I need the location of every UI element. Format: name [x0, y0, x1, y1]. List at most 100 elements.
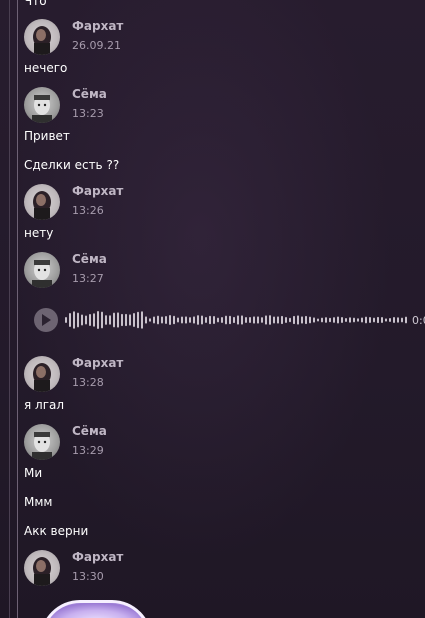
waveform-bar	[329, 317, 331, 323]
avatar[interactable]	[24, 87, 60, 123]
waveform-bar	[125, 313, 127, 327]
waveform-bar	[361, 317, 363, 323]
user-avatar-icon	[33, 191, 51, 220]
waveform-bar	[393, 317, 395, 323]
waveform-bar	[237, 315, 239, 325]
waveform-bar	[357, 318, 359, 322]
author-name[interactable]: Фархат	[72, 19, 123, 33]
avatar[interactable]	[24, 252, 60, 288]
waveform-bar	[129, 314, 131, 326]
waveform-bar	[181, 316, 183, 324]
user-avatar-icon	[33, 26, 51, 55]
user-avatar-icon	[32, 432, 52, 460]
waveform-bar	[193, 316, 195, 324]
waveform-bar	[177, 317, 179, 323]
avatar[interactable]	[24, 356, 60, 392]
waveform-bar	[277, 316, 279, 324]
waveform-bar	[301, 316, 303, 324]
message-time: 13:26	[72, 204, 104, 217]
waveform-bar	[265, 315, 267, 325]
waveform-bar	[325, 317, 327, 323]
waveform-bar	[169, 315, 171, 325]
message-text: Сделки есть ??	[24, 158, 120, 172]
author-name[interactable]: Сёма	[72, 252, 107, 266]
waveform-bar	[77, 312, 79, 328]
waveform-bar	[165, 316, 167, 324]
avatar[interactable]	[24, 19, 60, 55]
message-text: нету	[24, 226, 54, 240]
waveform-bar	[281, 315, 283, 325]
waveform-bar	[233, 316, 235, 324]
waveform-bar	[157, 315, 159, 325]
waveform-bar	[89, 314, 91, 326]
waveform-bar	[405, 316, 407, 324]
sticker-image[interactable]	[40, 600, 152, 618]
waveform-bar	[285, 317, 287, 323]
author-name[interactable]: Сёма	[72, 424, 107, 438]
waveform-bar	[321, 317, 323, 323]
message-time: 13:23	[72, 107, 104, 120]
waveform-bar	[397, 317, 399, 323]
waveform-bar	[289, 317, 291, 323]
waveform-bar	[117, 312, 119, 328]
waveform-bar	[349, 317, 351, 323]
message-time: 13:29	[72, 444, 104, 457]
waveform-bar	[137, 311, 139, 329]
waveform-bar	[173, 315, 175, 325]
user-avatar-icon	[33, 557, 51, 586]
waveform[interactable]	[64, 308, 408, 332]
message-text: Акк верни	[24, 524, 89, 538]
waveform-bar	[377, 316, 379, 324]
author-name[interactable]: Сёма	[72, 87, 107, 101]
waveform-bar	[217, 317, 219, 323]
message-text: Привет	[24, 129, 70, 143]
waveform-bar	[385, 318, 387, 322]
waveform-bar	[73, 311, 75, 329]
voice-message[interactable]: 0:0	[34, 306, 425, 334]
waveform-bar	[305, 315, 307, 325]
user-avatar-icon	[32, 260, 52, 288]
waveform-bar	[297, 315, 299, 325]
avatar[interactable]	[24, 184, 60, 220]
avatar[interactable]	[24, 550, 60, 586]
waveform-bar	[353, 317, 355, 323]
waveform-bar	[373, 317, 375, 323]
chat-history[interactable]: Что Фархат 26.09.21 нечего Сёма 13:23 Пр	[0, 0, 425, 618]
waveform-bar	[105, 315, 107, 325]
message-time: 13:28	[72, 376, 104, 389]
waveform-bar	[161, 316, 163, 324]
waveform-bar	[149, 318, 151, 322]
waveform-bar	[401, 317, 403, 323]
waveform-bar	[185, 316, 187, 324]
message-time: 26.09.21	[72, 39, 121, 52]
waveform-bar	[189, 317, 191, 323]
waveform-bar	[209, 315, 211, 325]
avatar[interactable]	[24, 424, 60, 460]
waveform-bar	[345, 317, 347, 323]
waveform-bar	[225, 315, 227, 325]
waveform-bar	[309, 316, 311, 324]
message-text: Что	[24, 0, 47, 8]
user-avatar-icon	[32, 95, 52, 123]
waveform-bar	[253, 316, 255, 324]
play-icon	[42, 314, 51, 326]
waveform-bar	[381, 317, 383, 323]
waveform-bar	[197, 315, 199, 325]
waveform-bar	[245, 316, 247, 324]
waveform-bar	[337, 316, 339, 324]
message-text: нечего	[24, 61, 68, 75]
waveform-bar	[69, 312, 71, 328]
play-button[interactable]	[34, 308, 58, 332]
waveform-bar	[389, 317, 391, 323]
author-name[interactable]: Фархат	[72, 356, 123, 370]
waveform-bar	[261, 317, 263, 323]
author-name[interactable]: Фархат	[72, 184, 123, 198]
waveform-bar	[333, 317, 335, 323]
waveform-bar	[229, 315, 231, 325]
waveform-bar	[293, 315, 295, 325]
waveform-bar	[221, 317, 223, 323]
waveform-bar	[317, 318, 319, 322]
waveform-bar	[81, 314, 83, 326]
author-name[interactable]: Фархат	[72, 550, 123, 564]
waveform-bar	[101, 311, 103, 329]
